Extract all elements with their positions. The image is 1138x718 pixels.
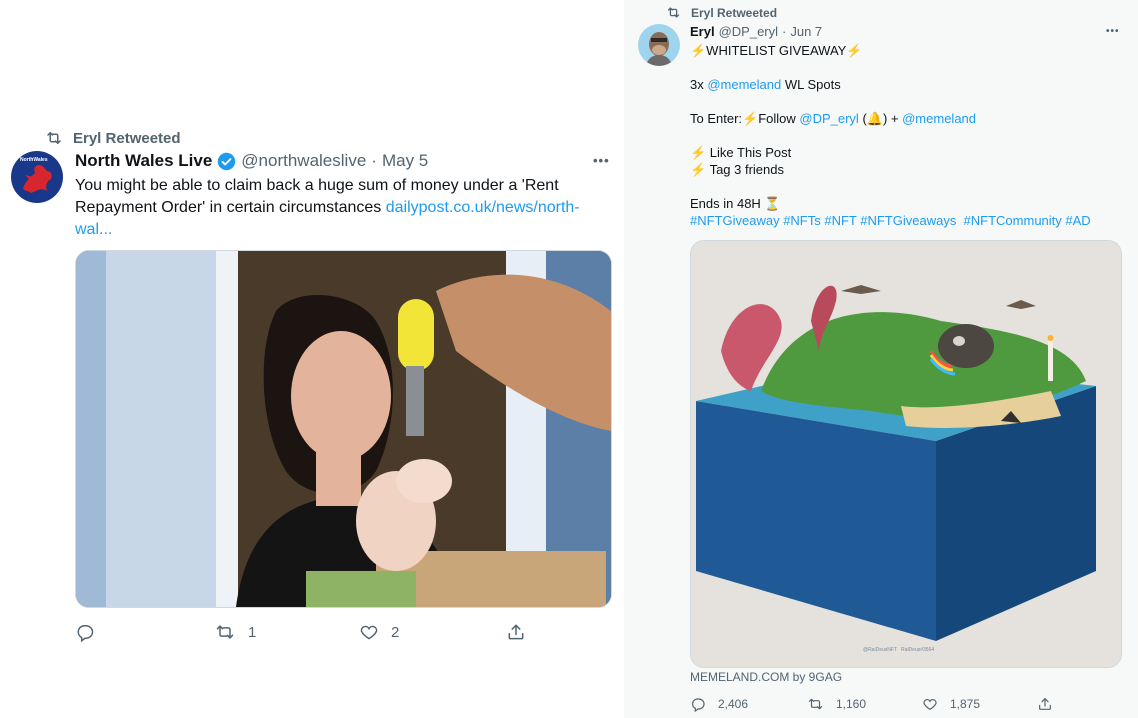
heart-icon [923, 699, 937, 711]
tweet-image[interactable] [75, 250, 612, 608]
share-button[interactable] [1037, 696, 1053, 712]
share-button[interactable] [506, 622, 526, 642]
tweet-text: You might be able to claim back a huge s… [75, 175, 605, 241]
mention-memeland[interactable]: @memeland [902, 111, 976, 126]
retweeted-by-label: Eryl Retweeted [73, 129, 181, 147]
retweet-count: 1 [248, 623, 257, 641]
retweet-icon [47, 132, 61, 144]
avatar[interactable] [638, 24, 680, 66]
tweet-northwaleslive[interactable]: Eryl Retweeted NorthWales North Wales Li… [0, 118, 624, 658]
ends-line: Ends in 48H ⏳ [690, 196, 781, 211]
tweet-header: North Wales Live @northwaleslive · May 5 [75, 151, 428, 171]
retweet-button[interactable]: 1 [214, 622, 256, 642]
retweeted-by-label: Eryl Retweeted [691, 5, 778, 20]
retweet-indicator: Eryl Retweeted [666, 5, 777, 20]
meta-separator: · [371, 151, 377, 170]
step-tag: ⚡ Tag 3 friends [690, 162, 784, 177]
heart-icon [360, 625, 378, 640]
avatar-text: NorthWales [20, 157, 48, 163]
tweet-date[interactable]: Jun 7 [790, 24, 822, 39]
like-button[interactable]: 2 [359, 622, 399, 642]
tweet-dp-eryl[interactable]: Eryl Retweeted Eryl @DP_eryl · Jun 7 •••… [624, 0, 1138, 718]
more-options-button[interactable]: ••• [593, 153, 610, 168]
step-like: ⚡ Like This Post [690, 145, 792, 160]
ape-avatar-icon [646, 32, 672, 66]
tweet-date[interactable]: May 5 [382, 151, 428, 171]
retweet-icon [808, 698, 823, 710]
author-handle[interactable]: @DP_eryl [719, 24, 778, 39]
retweet-icon [216, 625, 234, 639]
spots-prefix: 3x [690, 77, 708, 92]
tweet-text: ⚡WHITELIST GIVEAWAY⚡ 3x @memeland WL Spo… [690, 42, 1120, 229]
author-handle[interactable]: @northwaleslive [241, 151, 366, 171]
enter-prefix: To Enter:⚡Follow [690, 111, 800, 126]
author-name[interactable]: Eryl [690, 24, 715, 39]
mention-dp-eryl[interactable]: @DP_eryl [799, 111, 858, 126]
reply-icon [692, 698, 705, 712]
like-count: 1,875 [950, 697, 981, 711]
reply-count: 2,406 [718, 697, 749, 711]
mention-memeland[interactable]: @memeland [707, 77, 781, 92]
author-name[interactable]: North Wales Live [75, 151, 212, 171]
headline: ⚡WHITELIST GIVEAWAY⚡ [690, 43, 863, 58]
retweet-icon [667, 7, 680, 18]
retweet-count: 1,160 [836, 697, 867, 711]
share-icon [508, 624, 524, 640]
avatar[interactable]: NorthWales [11, 151, 63, 203]
more-options-button[interactable]: ••• [1106, 26, 1120, 37]
spots-suffix: WL Spots [781, 77, 841, 92]
enter-mid: (🔔) + [858, 111, 903, 126]
nft-island-artwork [691, 241, 1121, 667]
reply-icon [77, 625, 94, 642]
card-source[interactable]: MEMELAND.COM by 9GAG [690, 670, 842, 684]
enter-line: To Enter:⚡Follow @DP_eryl (🔔) + @memelan… [690, 110, 1120, 127]
like-count: 2 [391, 623, 400, 641]
share-icon [1039, 698, 1051, 710]
hashtags[interactable]: #NFTGiveaway #NFTs #NFT #NFTGiveaways #N… [690, 212, 1120, 229]
retweet-indicator: Eryl Retweeted [45, 129, 181, 147]
reply-button[interactable]: 2,406 [690, 696, 748, 712]
tweet-header: Eryl @DP_eryl · Jun 7 [690, 24, 822, 39]
reply-button[interactable] [75, 622, 107, 642]
tweet-image[interactable]: @RaiDeusNFT RaiDeus#3564 [690, 240, 1122, 668]
retweet-button[interactable]: 1,160 [807, 696, 866, 712]
meta-separator: · [782, 24, 787, 39]
spots-line: 3x @memeland WL Spots [690, 76, 1120, 93]
keys-handover-photo [76, 251, 611, 607]
like-button[interactable]: 1,875 [922, 696, 980, 712]
image-credit: @RaiDeusNFT RaiDeus#3564 [863, 647, 935, 653]
verified-badge-icon [218, 152, 236, 170]
